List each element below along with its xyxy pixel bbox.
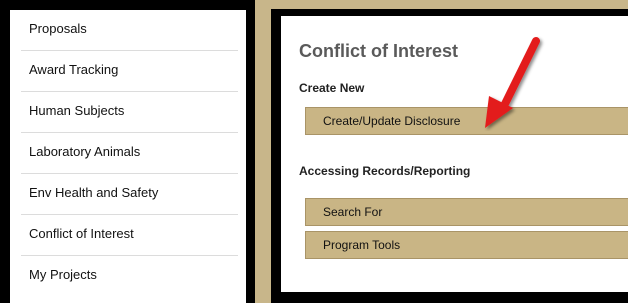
program-tools-button[interactable]: Program Tools [305,231,628,259]
red-arrow-icon [485,37,540,128]
search-for-label: Search For [323,205,383,219]
create-update-disclosure-label: Create/Update Disclosure [323,114,461,128]
sidebar-item-label: My Projects [29,267,97,282]
main-panel: Conflict of Interest Create New Create/U… [281,16,628,292]
sidebar-frame: Proposals Award Tracking Human Subjects … [0,0,255,303]
sidebar-item-laboratory-animals[interactable]: Laboratory Animals [21,133,238,174]
sidebar-item-my-projects[interactable]: My Projects [21,256,238,297]
main-panel-frame: Conflict of Interest Create New Create/U… [271,9,628,303]
search-for-button[interactable]: Search For [305,198,628,226]
accessing-records-heading: Accessing Records/Reporting [299,164,471,178]
program-tools-label: Program Tools [323,238,401,252]
page-title: Conflict of Interest [299,41,459,61]
create-update-disclosure-button[interactable]: Create/Update Disclosure [305,107,628,135]
sidebar-item-label: Award Tracking [29,61,119,77]
sidebar-item-label: Laboratory Animals [29,143,141,159]
sidebar-menu: Proposals Award Tracking Human Subjects … [10,10,246,303]
sidebar-item-label: Conflict of Interest [29,225,134,241]
sidebar-item-conflict-of-interest[interactable]: Conflict of Interest [21,215,238,256]
sidebar-item-label: Env Health and Safety [29,184,159,200]
sidebar-item-env-health-safety[interactable]: Env Health and Safety [21,174,238,215]
sidebar-item-human-subjects[interactable]: Human Subjects [21,92,238,133]
sidebar-item-proposals[interactable]: Proposals [21,10,238,51]
sidebar-item-award-tracking[interactable]: Award Tracking [21,51,238,92]
sidebar-item-label: Proposals [29,20,87,36]
create-new-heading: Create New [299,81,365,95]
sidebar-item-label: Human Subjects [29,102,125,118]
